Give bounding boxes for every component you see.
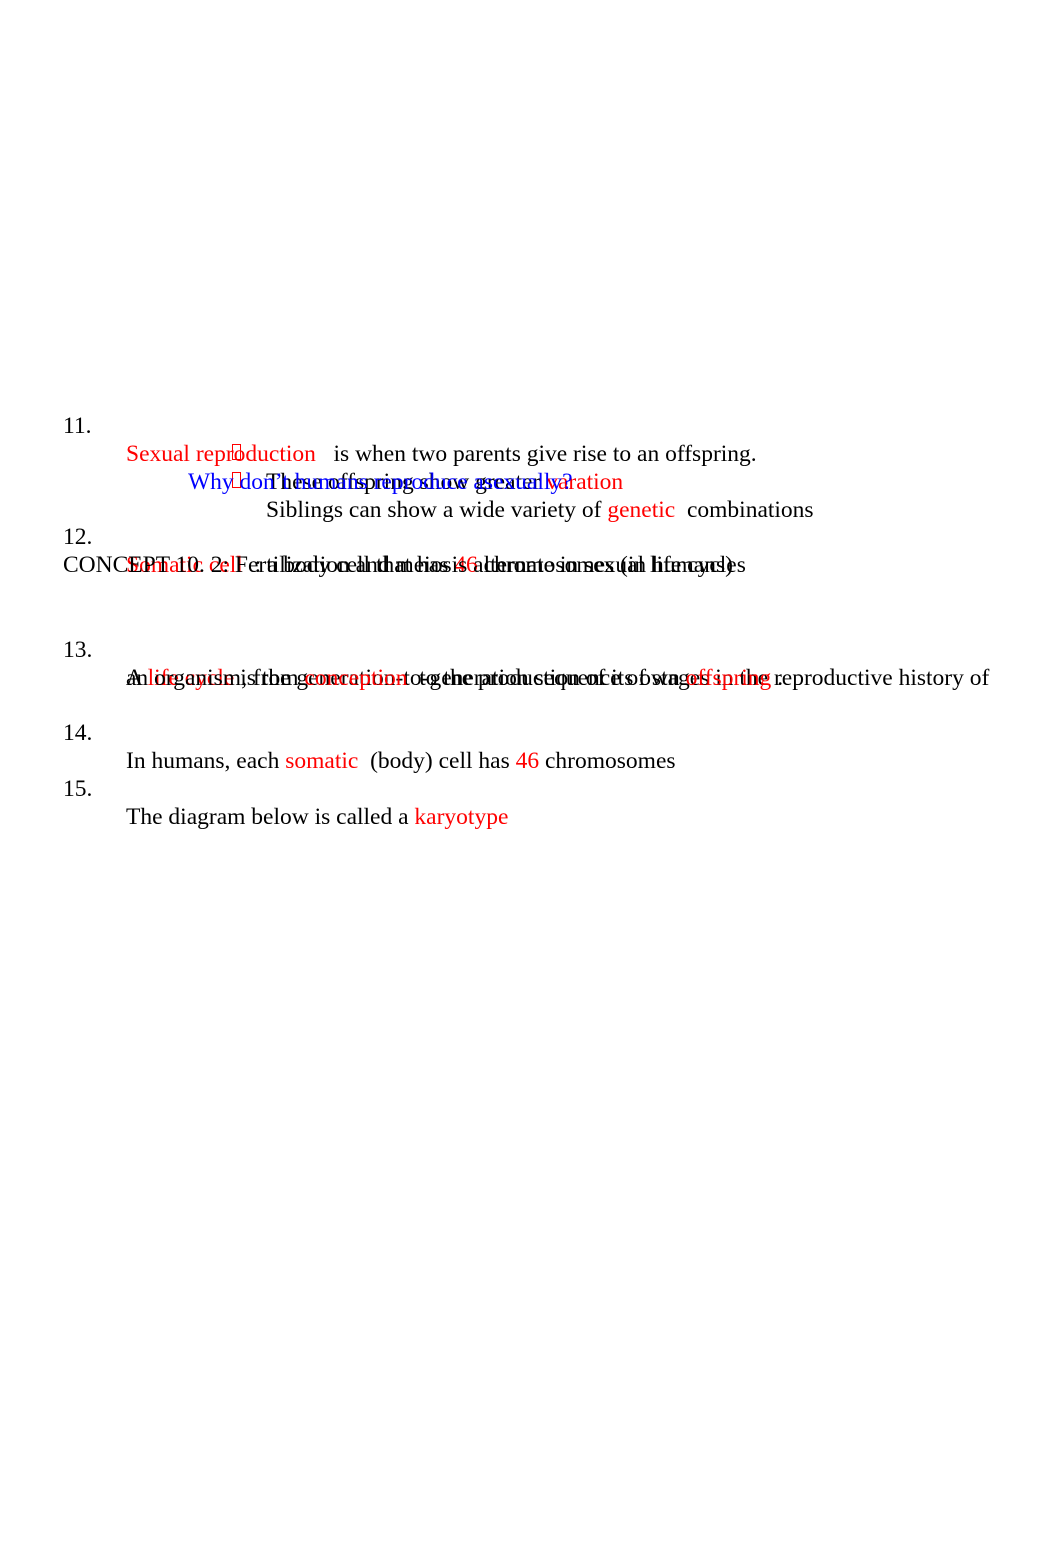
item-text: is when two parents give rise to an offs…	[315, 441, 757, 467]
answer-term: offspring	[685, 665, 772, 691]
answer-count: 46	[515, 748, 540, 774]
concept-heading: CONCEPT 10. 2: Fertilization and meiosis…	[63, 552, 746, 578]
item-13-continued: an organism, from conception to the prod…	[126, 665, 784, 691]
item-number: 12.	[63, 524, 93, 550]
answer-term: conception	[304, 665, 408, 691]
answer-term: somatic	[285, 748, 359, 774]
answer-term: Sexual reproduction	[126, 441, 316, 467]
item-15: 15. The diagram below is called a karyot…	[63, 776, 509, 830]
item-number: 15.	[63, 776, 93, 802]
answer-term: genetic	[607, 497, 676, 523]
item-number: 13.	[63, 637, 93, 663]
bullet-icon	[232, 440, 241, 468]
item-12: 12. Somatic cell : a body cell that has …	[63, 524, 733, 578]
item-number: 14.	[63, 720, 93, 746]
answer-term: karyotype	[414, 804, 509, 830]
item-number: 11.	[63, 413, 92, 439]
discussion-question: Why don’t humans reproduce asexually?	[188, 469, 573, 495]
